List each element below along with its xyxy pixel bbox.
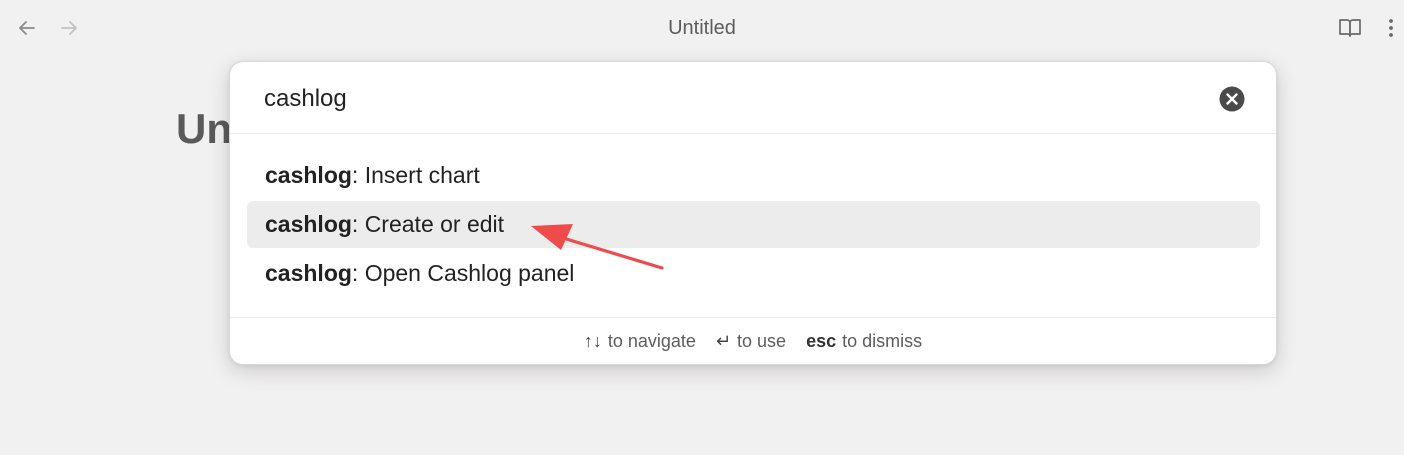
command-search-input[interactable]	[264, 82, 1164, 116]
search-row	[230, 62, 1276, 134]
result-insert-chart[interactable]: cashlog: Insert chart	[247, 152, 1260, 199]
result-create-or-edit[interactable]: cashlog: Create or edit	[247, 201, 1260, 248]
result-match-text: cashlog	[265, 211, 352, 237]
hint-use-key: ↵	[715, 331, 732, 351]
command-palette: cashlog: Insert chart cashlog: Create or…	[229, 61, 1277, 365]
hint-dismiss-key: esc	[806, 331, 837, 351]
result-command-text: : Insert chart	[351, 162, 480, 188]
title-bar: Untitled	[0, 0, 1404, 56]
result-command-text: : Create or edit	[351, 211, 505, 237]
hint-use-text: to use	[737, 331, 787, 351]
reading-view-button[interactable]	[1336, 14, 1364, 42]
hint-use: ↵ to use	[716, 331, 786, 352]
hint-navigate-text: to navigate	[607, 331, 696, 351]
more-vertical-icon	[1389, 19, 1393, 37]
hint-navigate-key: ↑↓	[583, 331, 602, 351]
result-match-text: cashlog	[265, 260, 352, 286]
hint-dismiss-text: to dismiss	[842, 331, 923, 351]
result-match-text: cashlog	[265, 162, 352, 188]
more-options-button[interactable]	[1380, 14, 1402, 42]
result-open-cashlog-panel[interactable]: cashlog: Open Cashlog panel	[247, 250, 1260, 297]
book-open-icon	[1339, 19, 1361, 37]
close-circle-icon	[1219, 86, 1245, 112]
window-title: Untitled	[668, 17, 736, 39]
hint-navigate: ↑↓ to navigate	[584, 331, 696, 352]
palette-footer: ↑↓ to navigate ↵ to use esc to dismiss	[230, 317, 1276, 365]
result-command-text: : Open Cashlog panel	[351, 260, 575, 286]
clear-search-button[interactable]	[1219, 86, 1245, 112]
hint-dismiss: esc to dismiss	[806, 331, 922, 352]
